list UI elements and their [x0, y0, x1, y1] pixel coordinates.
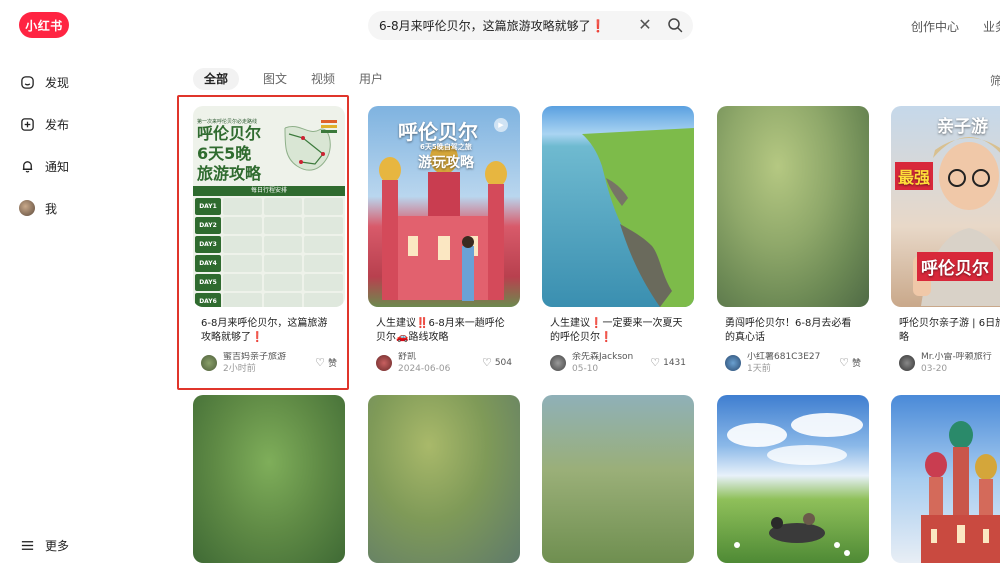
like-button[interactable]: ♡ 赞	[839, 356, 861, 369]
note-card[interactable]	[368, 395, 520, 563]
post-time: 05-10	[572, 363, 599, 374]
heart-icon: ♡	[481, 356, 492, 369]
note-cover-image[interactable]: 亲子游 最强 呼伦贝尔	[891, 106, 1000, 307]
note-card[interactable]: 勇闯呼伦贝尔！6-8月去必看的真心话 小红薯681C3E27 1天前 ♡ 赞	[717, 106, 869, 375]
overlay-title: 亲子游	[937, 117, 988, 137]
search-icon[interactable]	[667, 17, 683, 33]
bell-icon	[19, 158, 35, 174]
grassland-illustration	[727, 413, 863, 556]
author-avatar[interactable]	[376, 355, 392, 371]
post-time: 03-20	[921, 363, 948, 374]
home-icon	[19, 74, 35, 90]
overlay-subtitle: 6天5晚自驾之旅	[420, 143, 472, 151]
overlay-bottom: 游玩攻略	[418, 155, 474, 171]
tab-image-text[interactable]: 图文	[263, 68, 287, 90]
plus-square-icon	[19, 116, 35, 132]
post-time: 1天前	[747, 363, 771, 374]
tab-user[interactable]: 用户	[359, 68, 383, 90]
sidebar-item-discover[interactable]: 发现	[19, 73, 69, 91]
author-name[interactable]: 余先森Jackson	[572, 352, 633, 363]
like-button[interactable]: ♡ 504	[482, 356, 512, 369]
search-bar[interactable]: 6-8月来呼伦贝尔，这篇旅游攻略就够了❗ ✕	[368, 11, 693, 40]
post-time: 2024-06-06	[398, 363, 451, 374]
note-card[interactable]: 呼伦贝尔 6天5晚自驾之旅 游玩攻略 ▶ 人生建议‼️6-8月来一趟呼伦贝尔🚗路…	[368, 106, 520, 375]
sidebar-item-publish[interactable]: 发布	[19, 115, 69, 133]
note-card[interactable]: 亲子游 最强 呼伦贝尔 呼伦贝尔亲子游 | 6日旅游攻略 Mr.小雷-呼赖旅行 …	[891, 106, 1000, 375]
menu-icon	[19, 537, 35, 553]
sidebar-item-me[interactable]: 我	[19, 199, 57, 217]
note-card[interactable]	[717, 395, 869, 563]
sidebar-item-label: 我	[45, 201, 58, 216]
sidebar-item-label: 发现	[45, 75, 70, 90]
sidebar-item-label: 通知	[45, 159, 70, 174]
overlay-title: 呼伦贝尔	[398, 120, 478, 144]
sidebar-item-notifications[interactable]: 通知	[19, 157, 69, 175]
onion-dome-church-illustration	[921, 421, 1000, 563]
author-avatar[interactable]	[725, 355, 741, 371]
note-cover-image[interactable]	[542, 395, 694, 563]
overlay-badge: 最强	[895, 162, 934, 190]
author-avatar[interactable]	[899, 355, 915, 371]
note-card[interactable]	[193, 395, 345, 563]
author-name[interactable]: Mr.小雷-呼赖旅行	[921, 352, 992, 363]
note-cover-image[interactable]	[542, 106, 694, 307]
note-cover-image[interactable]	[891, 395, 1000, 563]
note-card[interactable]	[542, 395, 694, 563]
video-play-icon: ▶	[494, 118, 508, 132]
sidebar-item-label: 发布	[45, 117, 70, 132]
note-title[interactable]: 勇闯呼伦贝尔！6-8月去必看的真心话	[717, 317, 869, 345]
author-name[interactable]: 舒凯	[398, 352, 450, 363]
tab-video[interactable]: 视频	[311, 68, 335, 90]
tab-all[interactable]: 全部	[193, 68, 240, 90]
note-cover-image[interactable]: 呼伦贝尔 6天5晚自驾之旅 游玩攻略 ▶	[368, 106, 520, 307]
heart-icon: ♡	[839, 356, 849, 369]
avatar	[19, 200, 35, 216]
business-link[interactable]: 业务	[983, 18, 1000, 35]
xiaohongshu-logo[interactable]: 小红书	[19, 12, 69, 38]
note-card[interactable]: 人生建议❗一定要来一次夏天的呼伦贝尔❗ 余先森Jackson 05-10 ♡ 14…	[542, 106, 694, 375]
clear-search-icon[interactable]: ✕	[637, 17, 653, 33]
note-cover-image[interactable]	[717, 106, 869, 307]
coastline-illustration	[582, 128, 694, 307]
sidebar-more-label: 更多	[45, 538, 70, 553]
note-cover-image[interactable]	[717, 395, 869, 563]
note-title[interactable]: 呼伦贝尔亲子游 | 6日旅游攻略	[891, 317, 1000, 345]
result-tabs: 全部 图文 视频 用户	[193, 68, 407, 90]
note-title[interactable]: 人生建议‼️6-8月来一趟呼伦贝尔🚗路线攻略	[368, 317, 520, 345]
filter-button[interactable]: 筛	[990, 72, 1000, 89]
note-card[interactable]	[891, 395, 1000, 563]
note-cover-image[interactable]	[193, 395, 345, 563]
author-name[interactable]: 小红薯681C3E27	[747, 352, 820, 363]
like-button[interactable]: ♡ 1431	[650, 356, 686, 369]
author-avatar[interactable]	[550, 355, 566, 371]
sidebar-more[interactable]: 更多	[19, 536, 69, 554]
creator-center-link[interactable]: 创作中心	[911, 18, 959, 35]
overlay-bottom: 呼伦贝尔	[917, 252, 993, 281]
heart-icon: ♡	[650, 356, 661, 369]
selection-highlight	[177, 95, 349, 390]
note-cover-image[interactable]	[368, 395, 520, 563]
note-title[interactable]: 人生建议❗一定要来一次夏天的呼伦贝尔❗	[542, 317, 694, 345]
